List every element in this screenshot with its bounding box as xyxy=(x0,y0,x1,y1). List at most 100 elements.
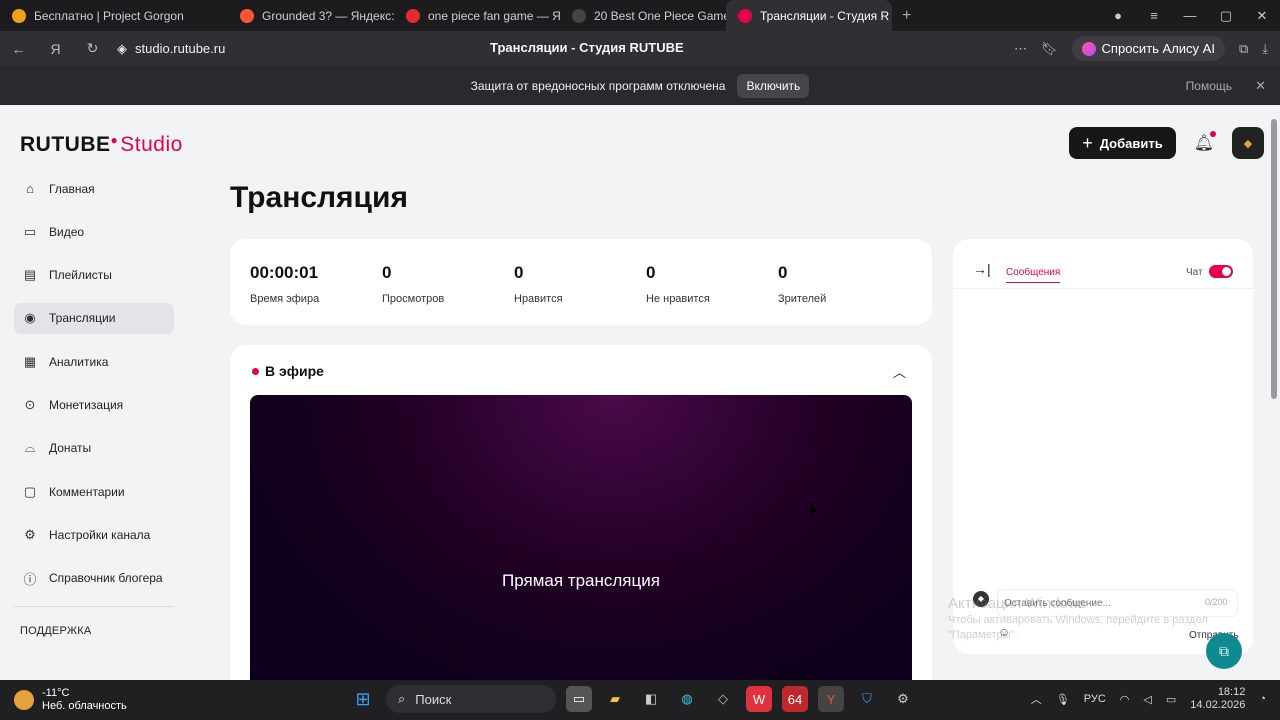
sidebar-item-video[interactable]: ▭ Видео xyxy=(14,216,174,247)
back-icon[interactable]: ← xyxy=(0,41,37,57)
ask-alice-button[interactable]: Спросить Алису AI xyxy=(1071,36,1225,61)
url-field[interactable]: ◈ studio.rutube.ru xyxy=(117,41,225,57)
profile-icon[interactable]: ● xyxy=(1100,8,1136,23)
page-scrollbar[interactable] xyxy=(1268,105,1280,680)
aida64-icon[interactable]: 64 xyxy=(782,686,808,712)
add-button[interactable]: + Добавить xyxy=(1069,127,1176,159)
sidebar-item-broadcasts[interactable]: ◉ Трансляции xyxy=(14,302,174,334)
bookmark-icon[interactable]: 🔖︎ xyxy=(1041,41,1058,57)
studio-page: RUTUBE●Studio + Добавить 🔔︎ ◆ ⌂ Главная ▭… xyxy=(0,105,1280,680)
url-text: studio.rutube.ru xyxy=(135,41,226,56)
browser-tab-3[interactable]: one piece fan game — Янд xyxy=(394,0,560,31)
weather-desc: Неб. облачность xyxy=(42,700,127,712)
chat-header: →| Сообщения Чат xyxy=(953,239,1253,289)
task-view-icon[interactable]: ▭ xyxy=(566,686,592,712)
stat-value: 0 xyxy=(646,263,656,282)
home-icon: ⌂ xyxy=(26,181,34,196)
help-link[interactable]: Помощь xyxy=(1186,79,1232,93)
download-icon[interactable]: ⤓ xyxy=(1262,41,1268,57)
chevron-up-icon[interactable]: ︿ xyxy=(893,362,906,381)
sidebar-item-label: Монетизация xyxy=(49,397,124,412)
browser-tab-active[interactable]: Трансляции - Студия R ✕ xyxy=(726,0,892,31)
stats-card: 00:00:01 Время эфира 0 Просмотров 0 Нравитс… xyxy=(230,239,932,325)
notifications-bell-icon[interactable]: 🔔︎ xyxy=(1194,131,1216,153)
notifications-icon[interactable]: ◔ xyxy=(1259,693,1266,705)
windows-taskbar: -11°C Неб. облачность ⊞ ⌕ Поиск ▭ ▰ ◧ ◍ … xyxy=(0,680,1280,720)
new-tab-button[interactable]: + xyxy=(892,7,921,25)
sidebar-item-monetization[interactable]: ⊙ Монетизация xyxy=(14,389,174,420)
settings-app-icon[interactable]: ⚙ xyxy=(890,686,916,712)
plus-icon: + xyxy=(1082,132,1093,153)
stat-label: Время эфира xyxy=(250,293,320,305)
minimize-icon[interactable]: — xyxy=(1172,8,1208,23)
avatar[interactable]: ◆ xyxy=(1232,127,1264,159)
sidebar-item-label: Комментарии xyxy=(49,484,125,499)
playlist-icon: ▤ xyxy=(23,267,37,283)
video-player[interactable]: Прямая трансляция xyxy=(250,395,912,680)
sidebar-item-playlists[interactable]: ▤ Плейлисты xyxy=(14,260,174,291)
language-indicator[interactable]: РУС xyxy=(1084,693,1106,705)
enable-protection-button[interactable]: Включить xyxy=(737,73,810,98)
rutube-studio-logo[interactable]: RUTUBE●Studio xyxy=(20,133,183,157)
defender-icon[interactable]: ⛉ xyxy=(854,686,880,712)
extensions-icon[interactable]: ⧉ xyxy=(1239,41,1248,57)
rutube-favicon-icon xyxy=(738,8,752,23)
stat-label: Не нравится xyxy=(646,293,710,305)
stat-viewers: 0 Зрителей xyxy=(778,263,910,325)
scrollbar-thumb[interactable] xyxy=(1271,119,1277,399)
stat-label: Просмотров xyxy=(382,293,445,305)
weather-text: -11°C Неб. облачность xyxy=(42,687,127,713)
alice-label: Спросить Алису AI xyxy=(1101,41,1215,56)
wps-icon[interactable]: W xyxy=(746,686,772,712)
logo-sub: Studio xyxy=(120,133,183,156)
tab-messages[interactable]: Сообщения xyxy=(1006,267,1061,283)
more-icon[interactable]: ⋯ xyxy=(1014,41,1027,57)
maximize-icon[interactable]: ▢ xyxy=(1208,8,1244,24)
notification-badge xyxy=(1210,131,1216,137)
app-icon[interactable]: ◇ xyxy=(710,686,736,712)
stat-likes: 0 Нравится xyxy=(514,263,646,325)
window-controls: ● ≡ — ▢ ✕ xyxy=(1100,0,1280,31)
sidebar-item-comments[interactable]: ▢ Комментарии xyxy=(14,476,174,507)
sidebar-item-blogger-guide[interactable]: ⓘ Справочник блогера xyxy=(14,563,174,594)
browser-tab-2[interactable]: Grounded 3? — Яндекс: на xyxy=(228,0,394,31)
wifi-icon[interactable]: ◠ xyxy=(1120,693,1130,706)
browser-tab-4[interactable]: 20 Best One Piece Games xyxy=(560,0,726,31)
store-icon[interactable]: ◧ xyxy=(638,686,664,712)
close-bar-icon[interactable]: ✕ xyxy=(1255,78,1266,94)
taskbar-search[interactable]: ⌕ Поиск xyxy=(386,685,556,713)
sidebar-item-donations[interactable]: ⌓ Донаты xyxy=(14,433,174,464)
close-window-icon[interactable]: ✕ xyxy=(1244,8,1280,24)
file-explorer-icon[interactable]: ▰ xyxy=(602,686,628,712)
watermark-title: Активация Windows xyxy=(948,595,1087,612)
support-chat-icon[interactable]: ⧉ xyxy=(1206,633,1242,669)
collapse-panel-icon[interactable]: →| xyxy=(973,261,991,277)
clock[interactable]: 18:12 14.02.2026 xyxy=(1190,686,1245,712)
weather-widget[interactable]: -11°C Неб. облачность xyxy=(14,687,127,713)
tab-label: one piece fan game — Янд xyxy=(428,8,560,23)
yandex-browser-icon[interactable]: Y xyxy=(818,686,844,712)
chevron-up-tray-icon[interactable]: ︿ xyxy=(1031,691,1042,707)
stat-airtime: 00:00:01 Время эфира xyxy=(250,263,382,325)
broadcast-icon: ◉ xyxy=(24,310,36,326)
sidebar-item-analytics[interactable]: ▦ Аналитика xyxy=(14,346,174,377)
sidebar-item-channel-settings[interactable]: ⚙ Настройки канала xyxy=(14,519,174,550)
tab-label: 20 Best One Piece Games xyxy=(594,8,726,23)
edge-icon[interactable]: ◍ xyxy=(674,686,700,712)
battery-icon[interactable]: ▭ xyxy=(1166,693,1176,706)
yandex-icon[interactable]: Я xyxy=(37,41,74,57)
tab-label: Бесплатно | Project Gorgon xyxy=(34,8,184,23)
sidebar-item-label: Настройки канала xyxy=(49,527,151,542)
start-icon[interactable]: ⊞ xyxy=(350,686,376,712)
microphone-icon[interactable]: 🎙︎ xyxy=(1056,693,1070,706)
protection-message: Защита от вредоносных программ отключена xyxy=(470,78,726,93)
browser-tab-1[interactable]: Бесплатно | Project Gorgon xyxy=(0,0,228,31)
chat-toggle[interactable] xyxy=(1209,265,1233,278)
menu-icon[interactable]: ≡ xyxy=(1136,8,1172,23)
mouse-cursor-icon xyxy=(810,505,816,519)
reload-icon[interactable]: ↻ xyxy=(74,40,111,57)
system-tray: ︿ 🎙︎ РУС ◠ ◁ ▭ 18:12 14.02.2026 ◔ xyxy=(1031,686,1266,712)
sidebar-item-label: Видео xyxy=(49,224,85,239)
volume-icon[interactable]: ◁ xyxy=(1143,693,1151,706)
sidebar-item-home[interactable]: ⌂ Главная xyxy=(14,173,174,204)
